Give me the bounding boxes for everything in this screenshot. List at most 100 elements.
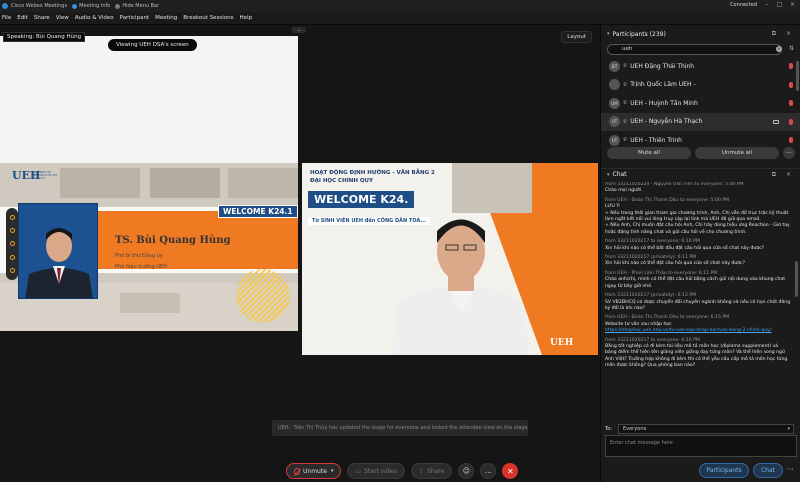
chat-message: from 33211020217 (privately): 6:12 PM SV… — [605, 293, 791, 312]
mic-muted-icon — [789, 137, 793, 143]
chat-message-input[interactable]: Enter chat message here — [605, 435, 797, 457]
participant-name: UEH - Huỳnh Tấn Minh — [630, 99, 698, 107]
avatar: UM — [609, 97, 620, 109]
mic-muted-icon — [789, 118, 793, 125]
participant-row[interactable]: ĐT ✆ UEH Đặng Thái Thịnh — [601, 57, 800, 76]
chevron-down-icon: ▾ — [607, 171, 610, 178]
window-controls: Connected – □ × — [730, 2, 796, 9]
participant-search-input[interactable]: ueh — [607, 44, 782, 55]
chat-options-icon[interactable]: ⧉ × — [772, 171, 795, 179]
zoom-in-icon[interactable] — [9, 241, 15, 247]
start-video-label: Start video — [364, 467, 398, 475]
participant-name: UEH Đặng Thái Thịnh — [630, 62, 695, 70]
participant-row-selected[interactable]: UT ✆ UEH - Nguyễn Hà Thạch — [601, 112, 800, 131]
menu-help[interactable]: Help — [240, 15, 253, 21]
viewing-screen-label: Viewing UEH DSA's screen — [108, 39, 197, 51]
more-icon: … — [484, 467, 492, 475]
phone-icon: ✆ — [623, 100, 628, 107]
participant-name: Trịnh Quốc Lâm UEH - — [630, 81, 696, 89]
chat-text: Bằng tốt nghiệp có đi kèm tài liệu mô tả… — [605, 343, 788, 369]
webex-window: Cisco Webex Meetings Meeting Info Hide M… — [0, 0, 800, 482]
unmute-button[interactable]: Unmute ▾ — [286, 463, 342, 479]
menu-breakout-sessions[interactable]: Breakout Sessions — [183, 15, 233, 21]
annotate-tool-icon[interactable] — [9, 215, 15, 221]
panel-options-icon[interactable]: ⧉ × — [772, 30, 795, 38]
participants-scrollbar[interactable] — [796, 61, 799, 91]
share-label: Share — [427, 467, 445, 475]
chat-message: from 33211020217 (privately): 6:11 PM Xi… — [605, 255, 791, 268]
unmute-all-button[interactable]: Unmute all — [695, 147, 779, 159]
chat-tab-button[interactable]: Chat — [753, 463, 783, 478]
close-icon: ✕ — [507, 466, 514, 476]
layout-button[interactable]: Layout — [561, 31, 592, 43]
chat-text: Xin hỏi khi nào có thể bắt đầu đặt câu h… — [605, 245, 765, 251]
maximize-icon[interactable]: □ — [776, 2, 783, 8]
more-options-button[interactable]: … — [480, 463, 497, 479]
chat-log: from 33211020224 - Nguyễn Văn Tiến to ev… — [605, 182, 791, 414]
more-panels-icon[interactable]: ⋯ — [787, 465, 794, 473]
leave-meeting-button[interactable]: ✕ — [502, 463, 519, 479]
chat-text: Xin hỏi khi nào có thể đặt câu hỏi qua c… — [605, 261, 746, 267]
start-video-button[interactable]: ▭ Start video — [347, 463, 406, 479]
participants-header[interactable]: ▾ Participants (239) ⧉ × — [601, 27, 800, 41]
reactions-button[interactable]: ☺ — [458, 463, 475, 479]
participant-list: ĐT ✆ UEH Đặng Thái Thịnh ✆ Trịnh Quốc Lâ… — [601, 57, 800, 150]
menu-bar: File Edit Share View Audio & Video Parti… — [0, 12, 800, 25]
slide-banner: UEH UNIVERSITY OF ECONOMICS HO CHI MINH … — [0, 163, 298, 331]
clear-search-icon[interactable]: × — [776, 46, 782, 52]
hide-menu-label: Hide Menu Bar — [122, 3, 160, 9]
menu-edit[interactable]: Edit — [17, 15, 28, 21]
collapse-stage-icon[interactable]: ⌄ — [292, 27, 306, 33]
chat-link[interactable]: https://nhaphoc.ueh.edu.vn/tu-van-sau-nh… — [605, 328, 791, 334]
video-ueh-logo: UEH — [550, 338, 574, 348]
menu-share[interactable]: Share — [34, 15, 50, 21]
sort-icon[interactable]: ⇅ — [789, 45, 794, 52]
share-button[interactable]: ⇪ Share — [411, 463, 453, 479]
unmute-label: Unmute — [303, 467, 327, 475]
participants-tab-button[interactable]: Participants — [699, 463, 749, 478]
chat-message: from 33211020224 - Nguyễn Văn Tiến to ev… — [605, 182, 791, 195]
close-icon[interactable]: × — [789, 2, 796, 8]
avatar: UT — [609, 134, 620, 146]
mic-muted-icon — [789, 63, 793, 69]
meeting-info-button[interactable]: Meeting Info — [72, 3, 110, 9]
chat-header[interactable]: ▾ Chat ⧉ × — [601, 168, 800, 180]
shared-screen: UEH UNIVERSITY OF ECONOMICS HO CHI MINH … — [0, 36, 298, 331]
annotation-toolbar — [6, 208, 18, 280]
avatar — [609, 79, 620, 91]
welcome-badge: WELCOME K24.1 — [218, 205, 298, 218]
info-icon — [72, 3, 78, 9]
recipient-select[interactable]: Everyone — [617, 423, 794, 434]
decorative-circle — [236, 269, 290, 323]
avatar: ĐT — [609, 60, 620, 72]
chat-message: from UEH - Phan Liên Thảo to everyone: 6… — [605, 271, 791, 290]
chat-text: Chào mọi người — [605, 188, 642, 194]
participant-row[interactable]: UM ✆ UEH - Huỳnh Tấn Minh — [601, 94, 800, 113]
speaker-role-2: Phó hiệu trưởng UEH — [115, 264, 167, 270]
zoom-out-icon[interactable] — [9, 254, 15, 260]
participant-row[interactable]: ✆ Trịnh Quốc Lâm UEH - — [601, 76, 800, 95]
mic-muted-icon — [789, 100, 793, 106]
menu-file[interactable]: File — [2, 15, 11, 21]
chat-text: + Nếu trong thời gian tham gia chương tr… — [605, 210, 789, 223]
participants-more-button[interactable]: … — [783, 147, 795, 159]
menu-participant[interactable]: Participant — [120, 15, 149, 21]
app-title: Cisco Webex Meetings — [11, 3, 68, 9]
menu-view[interactable]: View — [56, 15, 69, 21]
hide-menu-bar-button[interactable]: Hide Menu Bar — [115, 3, 159, 9]
hide-menu-icon — [115, 3, 121, 9]
mic-off-icon — [294, 467, 300, 475]
menu-audio-video[interactable]: Audio & Video — [75, 15, 114, 21]
video-slide-title-2: ĐẠI HỌC CHÍNH QUY — [310, 178, 373, 184]
mute-all-button[interactable]: Mute all — [607, 147, 691, 159]
fit-screen-icon[interactable] — [9, 267, 15, 273]
video-slide-subtitle: Từ SINH VIÊN UEH đến CÔNG DÂN TOÀ... — [308, 217, 431, 225]
menu-meeting[interactable]: Meeting — [155, 15, 177, 21]
chat-scrollbar[interactable] — [795, 261, 798, 297]
avatar: UT — [609, 116, 620, 128]
minimize-icon[interactable]: – — [763, 2, 770, 8]
to-label: To: — [605, 425, 612, 432]
chat-text: SV VB2ĐHCQ có được chuyển đổi chuyên ngà… — [605, 299, 791, 311]
speaker-portrait-icon — [19, 204, 97, 298]
pointer-tool-icon[interactable] — [9, 228, 15, 234]
